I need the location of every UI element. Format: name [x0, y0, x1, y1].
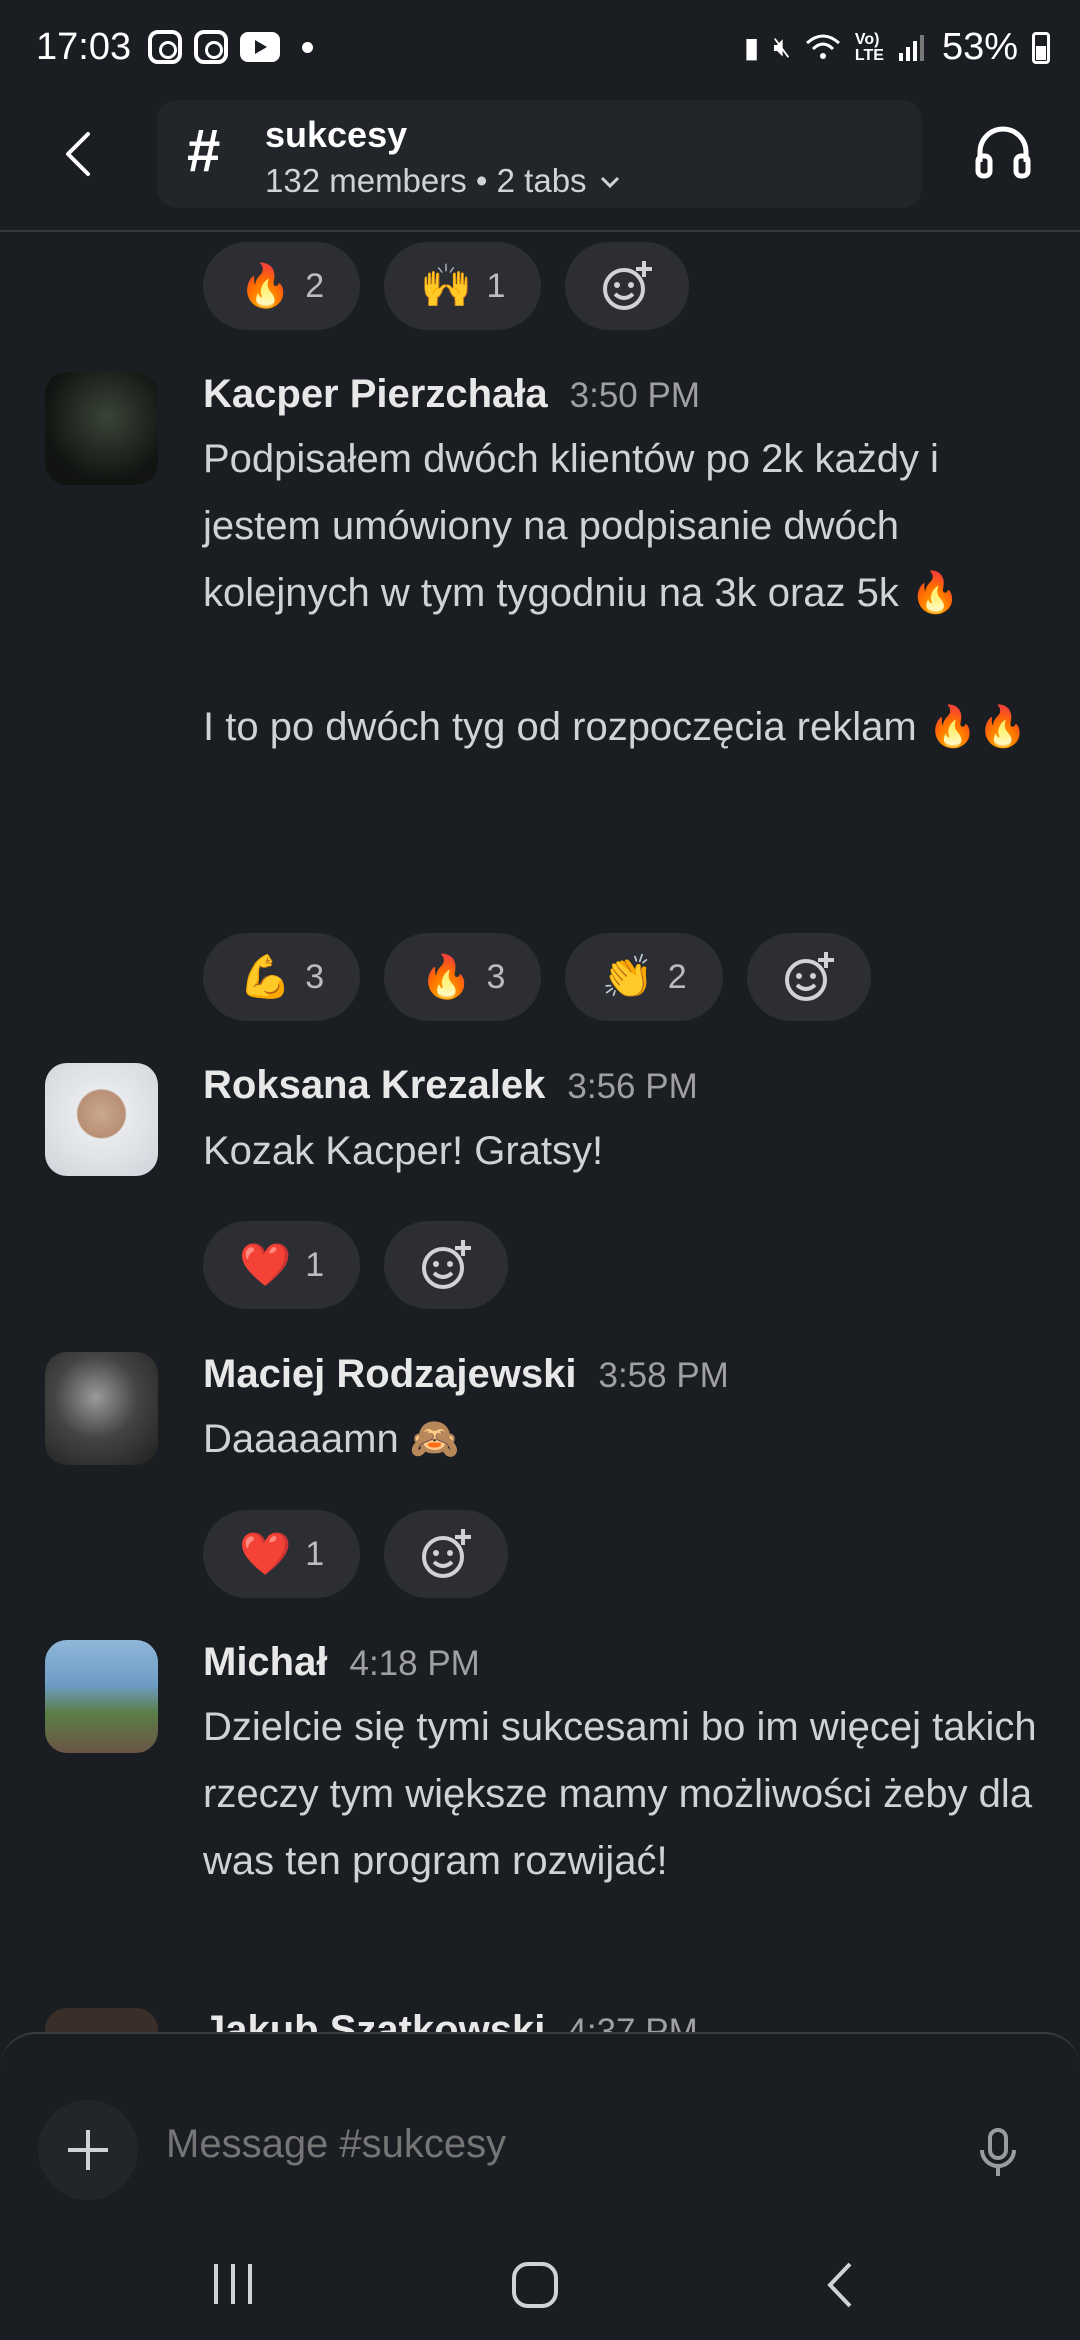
- wifi-icon: [805, 34, 840, 59]
- status-bar: 17:03 ▮ 🔇︎ Vo) LTE 53%: [0, 0, 1080, 96]
- channel-name: sukcesy: [265, 114, 408, 155]
- message-author[interactable]: Michał 4:18 PM: [203, 1640, 480, 1685]
- plus-icon: [68, 2130, 108, 2170]
- avatar[interactable]: [45, 372, 158, 485]
- reaction-fire[interactable]: 🔥 2: [203, 242, 361, 330]
- message-time: 3:50 PM: [569, 376, 700, 415]
- message-time: 4:18 PM: [349, 1644, 480, 1683]
- reaction-row: ❤️ 1: [203, 1510, 509, 1598]
- message-author[interactable]: Kacper Pierzchała 3:50 PM: [203, 372, 700, 417]
- reaction-fire[interactable]: 🔥 3: [384, 933, 542, 1021]
- attach-button[interactable]: [38, 2100, 138, 2200]
- message-input[interactable]: [166, 2122, 926, 2167]
- instagram-icon: [148, 30, 182, 64]
- add-emoji-icon: [603, 261, 653, 310]
- channel-info-button[interactable]: # sukcesy 132 members • 2 tabs: [157, 100, 922, 208]
- avatar[interactable]: [45, 1640, 158, 1753]
- youtube-icon: [240, 32, 280, 62]
- message-text: Dzielcie się tymi sukcesami bo im więcej…: [203, 1705, 1048, 1883]
- mute-icon: 🔇︎: [773, 31, 791, 62]
- add-reaction-button[interactable]: [384, 1221, 509, 1309]
- reaction-row: ❤️ 1: [203, 1221, 509, 1309]
- hash-icon: #: [187, 117, 221, 184]
- huddle-headphones-button[interactable]: [972, 122, 1034, 184]
- system-back-button[interactable]: [820, 2260, 860, 2310]
- add-reaction-button[interactable]: [384, 1510, 509, 1598]
- reaction-row: 💪 3 🔥 3 👏 2: [203, 933, 871, 1021]
- add-emoji-icon: [422, 1240, 472, 1289]
- battery-icon: [1032, 31, 1050, 64]
- notification-dot-icon: [302, 41, 313, 53]
- message-author[interactable]: Roksana Krezalek 3:56 PM: [203, 1063, 698, 1108]
- avatar[interactable]: [45, 1063, 158, 1176]
- instagram-icon: [194, 30, 228, 64]
- channel-header: # sukcesy 132 members • 2 tabs: [0, 96, 1080, 232]
- signal-icon: [898, 34, 924, 61]
- channel-meta: 132 members • 2 tabs: [265, 162, 623, 200]
- home-button[interactable]: [510, 2260, 560, 2310]
- add-emoji-icon: [422, 1529, 472, 1578]
- reaction-raised-hands[interactable]: 🙌 1: [384, 242, 542, 330]
- chevron-down-icon: [600, 176, 619, 189]
- microphone-button[interactable]: [970, 2124, 1026, 2180]
- member-count: 132 members • 2 tabs: [265, 162, 587, 199]
- recent-apps-button[interactable]: [210, 2262, 256, 2306]
- reaction-muscle[interactable]: 💪 3: [203, 933, 361, 1021]
- message-text: Daaaaamn 🙈: [203, 1417, 460, 1461]
- message-text: Kozak Kacper! Gratsy!: [203, 1129, 604, 1173]
- battery-percent: 53%: [941, 26, 1018, 68]
- reaction-heart[interactable]: ❤️ 1: [203, 1510, 361, 1598]
- message-time: 3:56 PM: [567, 1067, 698, 1106]
- volte-icon: Vo) LTE: [854, 30, 884, 64]
- add-emoji-icon: [784, 952, 834, 1001]
- system-nav-bar: [0, 2200, 1080, 2340]
- status-time: 17:03: [36, 26, 132, 68]
- add-reaction-button[interactable]: [746, 933, 871, 1021]
- battery-saver-icon: ▮: [743, 32, 760, 63]
- reaction-row: 🔥 2 🙌 1: [203, 242, 690, 330]
- avatar[interactable]: [45, 1352, 158, 1465]
- message-time: 3:58 PM: [598, 1356, 729, 1395]
- message-author[interactable]: Maciej Rodzajewski 3:58 PM: [203, 1352, 729, 1397]
- back-button[interactable]: [50, 124, 110, 184]
- reaction-clap[interactable]: 👏 2: [565, 933, 723, 1021]
- add-reaction-button[interactable]: [565, 242, 690, 330]
- message-text: Podpisałem dwóch klientów po 2k każdy i …: [203, 437, 1028, 749]
- reaction-heart[interactable]: ❤️ 1: [203, 1221, 361, 1309]
